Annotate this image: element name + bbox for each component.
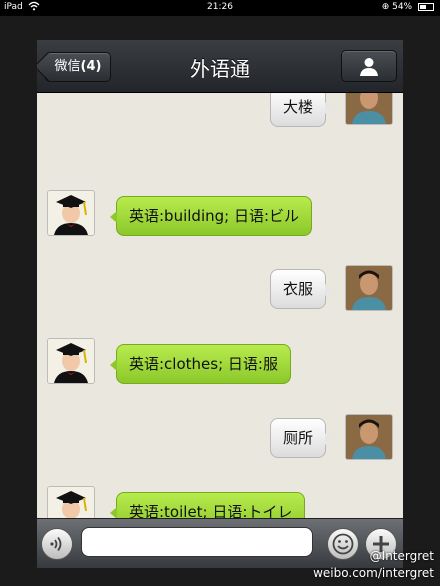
message-bubble-received[interactable]: 英语:building; 日语:ビル [109, 196, 313, 236]
message-bubble-sent[interactable]: 大楼 [269, 93, 333, 127]
message-input[interactable] [81, 527, 313, 557]
message-bubble-sent[interactable]: 厕所 [269, 418, 333, 458]
avatar-self[interactable] [345, 265, 393, 311]
avatar-bot[interactable] [47, 190, 95, 236]
watermark: @Intergret weibo.com/intergret [313, 548, 434, 582]
avatar-bot[interactable] [47, 486, 95, 518]
chat-title: 外语通 [190, 57, 250, 81]
unread-count: (4) [80, 59, 102, 74]
chat-area[interactable]: 大楼 英语:building; 日语:ビル 衣服 英语:clothes; 日语:… [37, 93, 403, 518]
message-bubble-received[interactable]: 英语:toilet; 日语:トイレ [109, 492, 306, 518]
watermark-url: weibo.com/intergret [313, 566, 434, 580]
back-button[interactable]: 微信(4) [45, 52, 111, 82]
avatar-bot[interactable] [47, 338, 95, 384]
message-bubble-sent[interactable]: 衣服 [269, 269, 333, 309]
battery-icon [418, 2, 434, 11]
message-bubble-received[interactable]: 英语:clothes; 日语:服 [110, 344, 291, 384]
clock: 21:26 [207, 2, 233, 12]
battery-status: ⊕ 54% [382, 2, 434, 12]
watermark-handle: @Intergret [369, 549, 434, 563]
wechat-window: 微信(4) 外语通 大楼 英语:building; 日语:ビル 衣服 英语:cl… [37, 40, 403, 568]
profile-button[interactable] [341, 50, 397, 82]
avatar-self[interactable] [345, 414, 393, 460]
battery-percent: 54% [392, 2, 413, 12]
voice-button[interactable] [41, 528, 73, 560]
avatar-self[interactable] [345, 93, 393, 125]
status-bar: iPad 21:26 ⊕ 54% [0, 0, 440, 16]
lock-rotation-icon: ⊕ [381, 2, 390, 12]
back-button-label: 微信 [54, 59, 81, 74]
voice-icon [50, 536, 62, 552]
navigation-bar: 微信(4) 外语通 [37, 40, 403, 93]
person-icon [360, 58, 378, 76]
